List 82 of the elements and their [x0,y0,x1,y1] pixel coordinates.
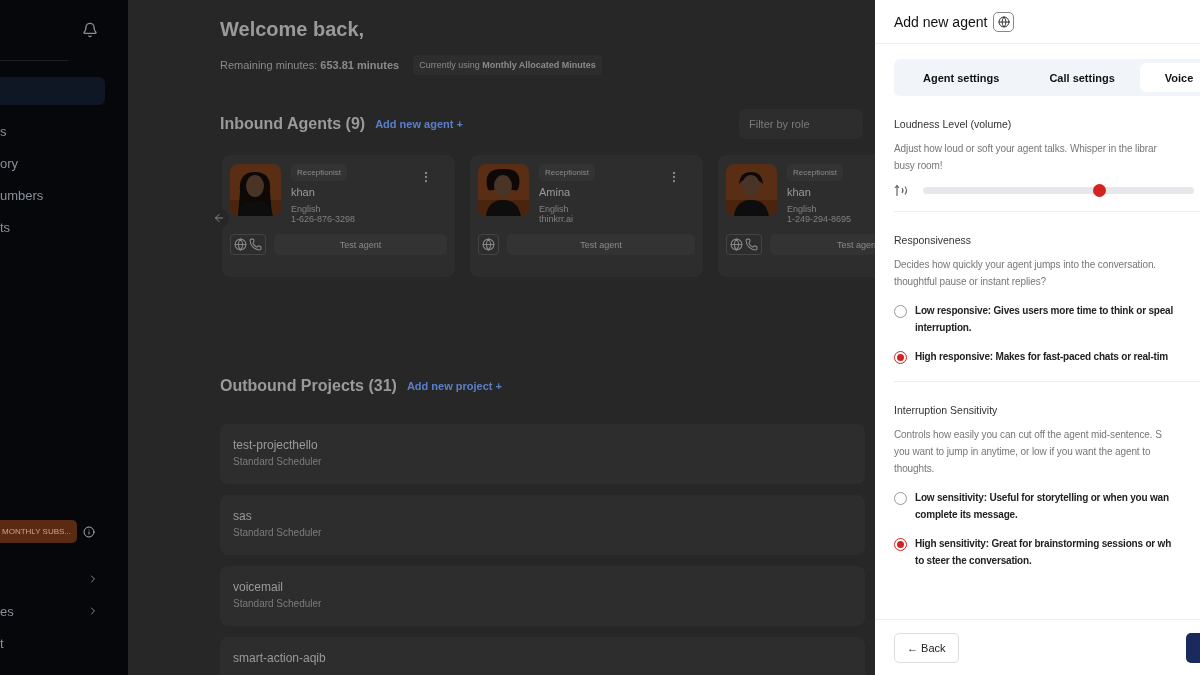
project-name: voicemail [233,580,283,594]
project-name: smart-action-aqib [233,651,326,665]
agent-detail: thinkrr.ai [539,214,574,224]
project-row[interactable]: sas Standard Scheduler [220,495,865,555]
description-line: Adjust how loud or soft your agent talks. Whisper in the librar [894,142,1158,156]
slider-thumb[interactable] [1093,184,1107,197]
option-label: Low sensitivity: Useful for storytelling or when you wan [915,491,1169,505]
agent-detail: 1-626-876-3298 [291,214,356,224]
project-scheduler: Standard Scheduler [233,598,322,609]
option-label: interruption. [915,321,973,335]
description-line: you want to jump in anytime, or low if you want the agent to [894,445,1152,459]
option-label: High responsive: Makes for fast-paced chats or real-tim [915,350,1168,364]
role-badge: Receptionist [291,164,348,181]
info-icon[interactable] [83,525,96,538]
agent-name: khan [787,186,812,198]
option-label: to steer the conversation. [915,554,1033,568]
primary-button[interactable] [1186,632,1200,663]
globe-icon [997,15,1010,28]
project-name: sas [233,509,252,523]
sidebar-item-label: t [0,635,4,651]
agent-card[interactable]: Receptionist Amina English thinkrr.ai Test agent [470,155,703,277]
usage-badge: Currently using Monthly Allocated Minutes [413,55,602,75]
add-project-link[interactable]: Add new project + [406,380,502,392]
agent-name: Amina [539,186,572,198]
language-button[interactable] [993,11,1015,32]
sidebar-item[interactable]: ory [0,147,105,179]
section-title: Interruption Sensitivity [894,404,999,416]
globe-icon [730,238,743,251]
sidebar-item[interactable]: umbers [0,179,105,211]
agent-card[interactable]: Receptionist khan English 1-249-294-8695 Test agen [718,155,875,277]
project-scheduler: Standard Scheduler [233,527,322,538]
tab[interactable]: Voice [1139,63,1200,92]
page-title: Welcome back, [220,18,365,41]
channel-button[interactable] [726,234,762,255]
back-button[interactable]: ← Back [894,632,959,663]
globe-icon [482,238,495,251]
agent-language: English [539,204,570,214]
filter-field[interactable]: Filter by role [739,109,863,139]
volume-slider[interactable] [923,187,1194,194]
section-title: Outbound Projects (31) [220,377,397,395]
description-line: thoughts. [894,462,936,476]
option-label: Low responsive: Gives users more time to think or speal [915,304,1173,318]
option-label: High sensitivity: Great for brainstorming sessions or wh [915,537,1172,551]
description-line: busy room! [894,159,944,173]
agent-name: khan [291,186,316,198]
sidebar-item[interactable]: ts [0,211,105,243]
tab[interactable]: Agent settings [898,63,1025,92]
drawer-title: Add new agent [894,13,988,30]
sidebar-item[interactable]: es [0,595,105,627]
section-title: Inbound Agents (9) [220,115,366,133]
sidebar-item[interactable]: t [0,627,105,659]
project-row[interactable]: test-projecthello Standard Scheduler [220,424,865,484]
project-scheduler: Standard Scheduler [233,456,322,467]
sidebar-item[interactable]: s [0,115,105,147]
add-agent-link[interactable]: Add new agent + [375,118,463,130]
agent-card[interactable]: Receptionist khan English 1-626-876-3298 Test agent [222,155,455,277]
channel-button[interactable] [230,234,266,255]
test-agent-button[interactable]: Test agent [507,234,695,255]
remaining-minutes: Remaining minutes: 653.81 minutes [220,59,400,71]
arrow-left-icon [213,212,225,224]
sidebar-item-label: es [0,603,14,619]
tab[interactable]: Call settings [1024,63,1140,92]
section-title: Responsiveness [894,234,973,246]
project-row[interactable]: smart-action-aqib [220,637,865,675]
role-badge: Receptionist [539,164,596,181]
notification-icon[interactable] [82,22,98,38]
globe-icon [234,238,247,251]
project-name: test-projecthello [233,438,318,452]
option-label: complete its message. [915,508,1019,522]
role-badge: Receptionist [787,164,844,181]
description-line: Decides how quickly your agent jumps into the conversation. [894,258,1158,272]
channel-button[interactable] [478,234,499,255]
test-agent-button[interactable]: Test agen [770,234,875,255]
agent-language: English [291,204,322,214]
agent-detail: 1-249-294-8695 [787,214,852,224]
project-row[interactable]: voicemail Standard Scheduler [220,566,865,626]
description-line: thoughtful pause or instant replies? [894,275,1048,289]
description-line: Controls how easily you can cut off the agent mid-sentence. S [894,428,1163,442]
agent-language: English [787,204,818,214]
section-title: Loudness Level (volume) [894,118,1013,130]
test-agent-button[interactable]: Test agent [274,234,447,255]
subscription-button[interactable]: MONTHLY SUBS... [0,520,78,543]
